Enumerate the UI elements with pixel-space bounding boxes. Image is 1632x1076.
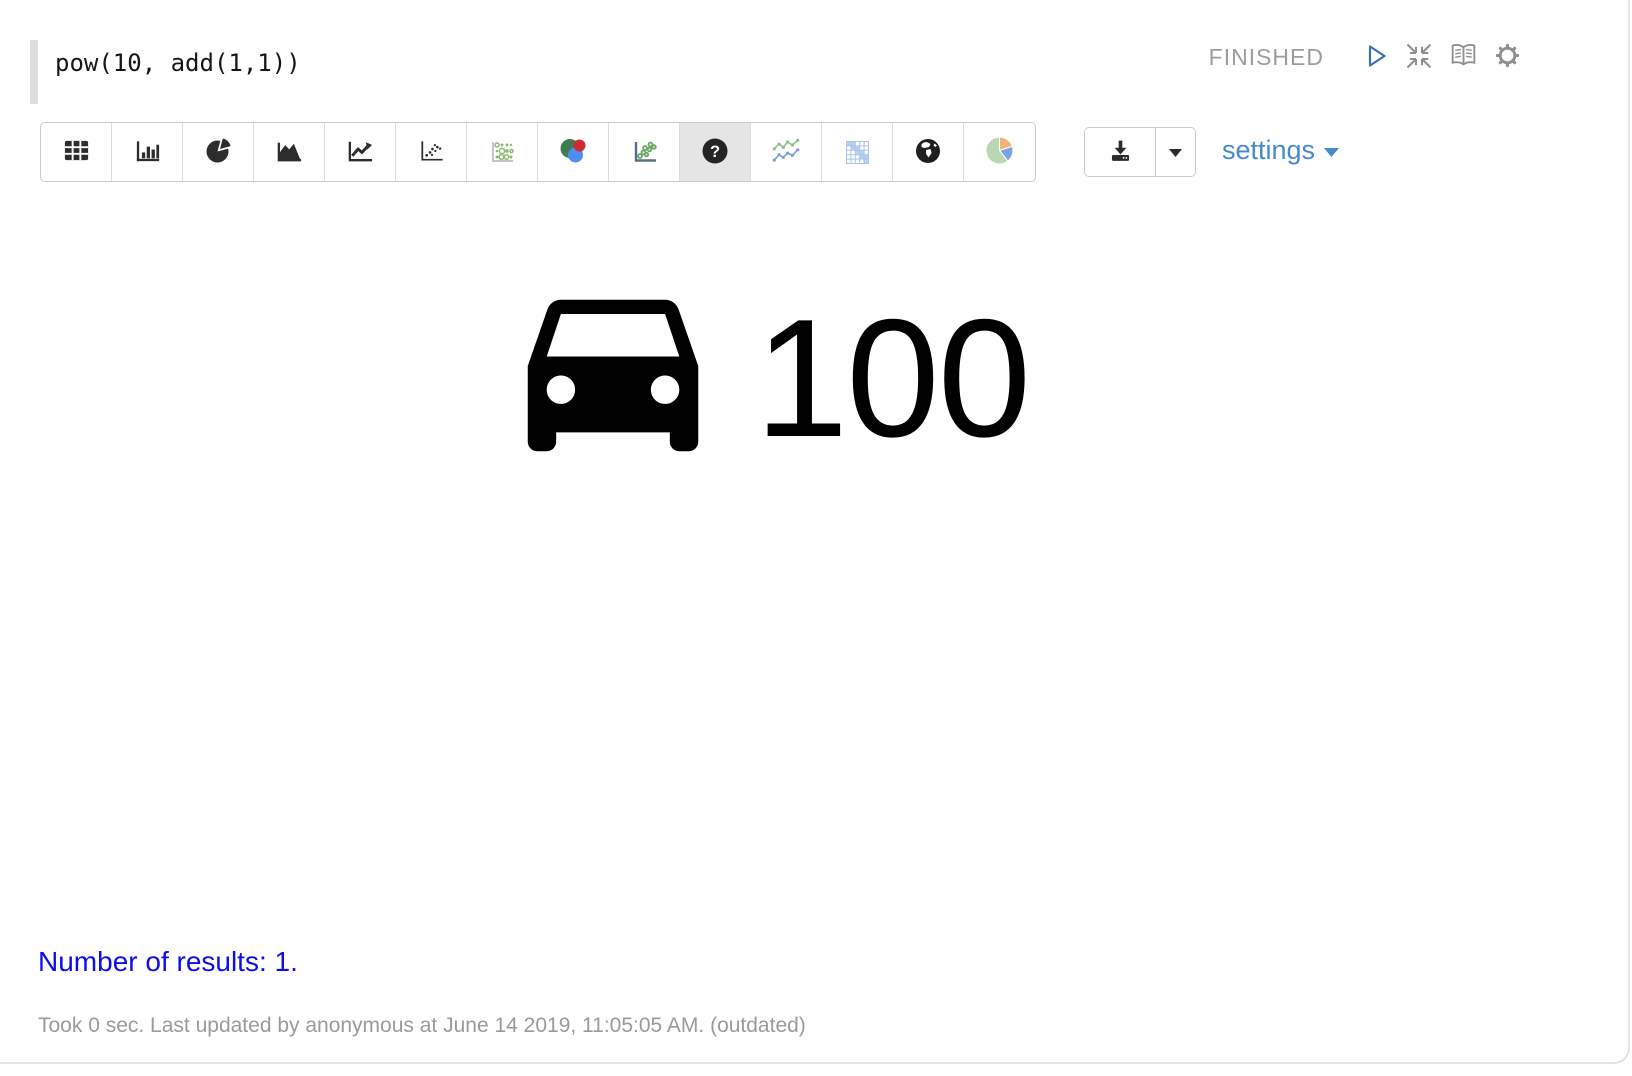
svg-text:?: ? [710, 142, 720, 160]
download-button[interactable] [1085, 128, 1155, 176]
viz-colored-pie-button[interactable] [964, 123, 1035, 181]
settings-toggle[interactable]: settings [1222, 135, 1339, 166]
viz-heatmap-grid-button[interactable] [822, 123, 893, 181]
code-line[interactable]: pow(10, add(1,1)) [55, 40, 301, 82]
viz-scatter-chart-button[interactable] [396, 123, 467, 181]
heatmap-grid-icon [842, 136, 872, 169]
results-count: Number of results: 1. [38, 946, 298, 978]
pie-chart-icon [203, 136, 233, 169]
paragraph-controls: FINISHED [1209, 40, 1522, 74]
venn-diagram-icon [558, 136, 588, 169]
status-badge: FINISHED [1209, 44, 1324, 71]
show-editor-button[interactable] [1448, 41, 1479, 73]
viz-venn-diagram-button[interactable] [538, 123, 609, 181]
car-icon [523, 295, 703, 461]
viz-area-chart-button[interactable] [254, 123, 325, 181]
run-button[interactable] [1360, 41, 1390, 73]
result-value: 100 [755, 290, 1029, 466]
viz-bar-chart-button[interactable] [112, 123, 183, 181]
play-icon [1360, 41, 1390, 74]
table-icon [62, 136, 91, 168]
viz-help-button[interactable]: ? [680, 123, 751, 181]
viz-green-scatter-button[interactable] [609, 123, 680, 181]
sparkline-chart-icon [770, 135, 802, 170]
colored-pie-icon [984, 135, 1015, 169]
viz-globe-button[interactable] [893, 123, 964, 181]
globe-icon [913, 136, 943, 169]
viz-line-chart-button[interactable] [325, 123, 396, 181]
settings-label: settings [1222, 135, 1315, 166]
viz-bubble-matrix-button[interactable] [467, 123, 538, 181]
download-split-button [1084, 127, 1196, 177]
paragraph-output: 100 [0, 290, 1592, 466]
execution-info: Took 0 sec. Last updated by anonymous at… [38, 1014, 806, 1038]
visualization-toolbar: ? [40, 122, 1036, 182]
collapse-output-button[interactable] [1404, 41, 1434, 73]
caret-down-icon [1324, 148, 1339, 157]
editor-gutter [30, 40, 38, 104]
download-options-button[interactable] [1155, 128, 1195, 176]
viz-table-button[interactable] [41, 123, 112, 181]
paragraph-settings-button[interactable] [1493, 41, 1522, 73]
green-scatter-icon [629, 136, 659, 169]
area-chart-icon [275, 136, 304, 168]
caret-down-icon [1169, 145, 1182, 160]
help-icon: ? [700, 136, 730, 169]
code-editor[interactable]: pow(10, add(1,1)) [30, 40, 301, 104]
line-chart-icon [346, 136, 375, 168]
viz-sparkline-chart-button[interactable] [751, 123, 822, 181]
compress-icon [1404, 41, 1434, 74]
bubble-matrix-icon [487, 136, 517, 169]
viz-pie-chart-button[interactable] [183, 123, 254, 181]
gear-icon [1493, 41, 1522, 73]
book-icon [1448, 40, 1479, 74]
download-icon [1107, 137, 1134, 167]
bar-chart-icon [133, 136, 162, 168]
scatter-chart-icon [417, 136, 446, 168]
